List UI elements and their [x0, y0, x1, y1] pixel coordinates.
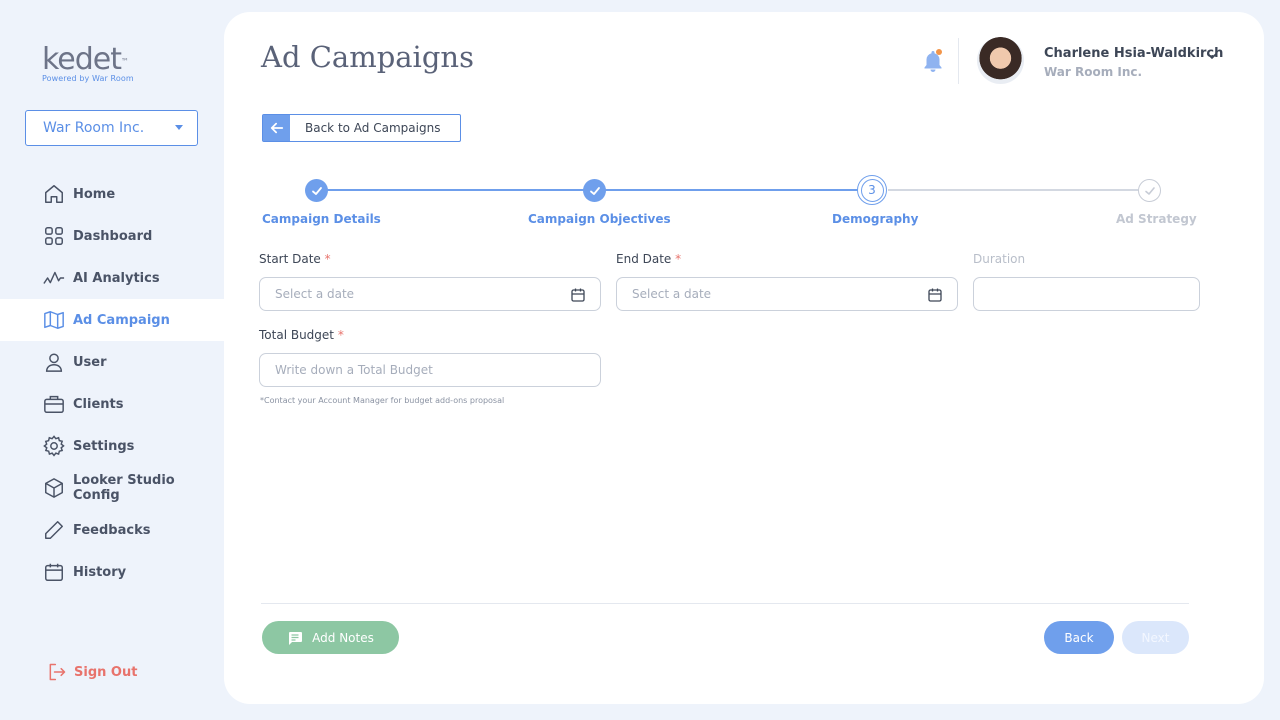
chat-note-icon: [289, 631, 303, 645]
end-date-field[interactable]: Select a date: [616, 277, 958, 311]
user-icon: [45, 353, 63, 372]
sidebar-item-ad-campaign[interactable]: Ad Campaign: [0, 299, 224, 341]
sidebar-item-label: History: [73, 564, 127, 580]
sign-out-icon: [49, 663, 66, 681]
map-icon: [44, 311, 64, 329]
next-button[interactable]: Next: [1122, 621, 1189, 654]
calendar-icon[interactable]: [927, 287, 943, 303]
pulse-chart-icon: [43, 271, 65, 284]
chevron-down-icon[interactable]: [1206, 50, 1218, 62]
campaign-stepper: 3 Campaign Details Campaign Objectives D…: [224, 175, 1264, 238]
sidebar-item-label: User: [73, 354, 107, 370]
back-to-campaigns-button[interactable]: Back to Ad Campaigns: [262, 114, 461, 142]
avatar[interactable]: [977, 37, 1024, 84]
check-icon: [589, 186, 600, 195]
step-4-indicator[interactable]: [1138, 179, 1161, 202]
user-organization: War Room Inc.: [1044, 65, 1143, 79]
logo-subtitle: Powered by War Room: [42, 74, 134, 83]
sign-out-button[interactable]: Sign Out: [47, 662, 137, 682]
sidebar-item-home[interactable]: Home: [0, 173, 224, 215]
step-1-indicator[interactable]: [305, 179, 328, 202]
notification-dot: [936, 49, 942, 55]
calendar-icon[interactable]: [570, 287, 586, 303]
back-button[interactable]: Back: [1044, 621, 1114, 654]
step-label-campaign-details: Campaign Details: [262, 212, 381, 226]
start-date-field[interactable]: Select a date: [259, 277, 601, 311]
sidebar-item-label: Ad Campaign: [73, 312, 170, 328]
sidebar-nav: Home Dashboard AI Analytics Ad Campaign …: [0, 173, 224, 593]
check-icon: [311, 186, 322, 195]
organization-selector[interactable]: War Room Inc.: [25, 110, 198, 146]
sidebar-item-label: Settings: [73, 438, 135, 454]
sidebar-item-dashboard[interactable]: Dashboard: [0, 215, 224, 257]
end-date-label: End Date *: [616, 252, 682, 266]
sidebar-item-ai-analytics[interactable]: AI Analytics: [0, 257, 224, 299]
duration-field[interactable]: [973, 277, 1200, 311]
budget-hint: *Contact your Account Manager for budget…: [260, 396, 505, 405]
start-date-label: Start Date *: [259, 252, 331, 266]
sidebar-item-settings[interactable]: Settings: [0, 425, 224, 467]
organization-selector-value: War Room Inc.: [43, 120, 145, 136]
sidebar-item-label: Dashboard: [73, 228, 153, 244]
sidebar-item-label: Looker Studio Config: [73, 473, 175, 503]
logo-text: kedet: [42, 42, 122, 77]
cube-icon: [45, 478, 63, 498]
footer-divider: [261, 603, 1189, 604]
start-date-placeholder: Select a date: [275, 287, 355, 301]
sidebar-item-clients[interactable]: Clients: [0, 383, 224, 425]
end-date-placeholder: Select a date: [632, 287, 712, 301]
user-name[interactable]: Charlene Hsia-Waldkirch: [1044, 46, 1223, 61]
total-budget-placeholder: Write down a Total Budget: [275, 363, 433, 377]
page-title: Ad Campaigns: [261, 40, 474, 74]
sign-out-label: Sign Out: [74, 664, 138, 680]
sidebar-item-label: AI Analytics: [73, 270, 160, 286]
step-label-campaign-objectives: Campaign Objectives: [528, 212, 671, 226]
sidebar-item-label: Home: [73, 186, 116, 202]
brand-logo[interactable]: kedet™ Powered by War Room: [42, 42, 134, 84]
caret-down-icon: [175, 125, 183, 130]
step-number: 3: [860, 178, 884, 202]
calendar-icon: [45, 563, 63, 581]
dashboard-grid-icon: [45, 227, 63, 245]
duration-label: Duration: [973, 252, 1026, 266]
step-label-demography: Demography: [832, 212, 919, 226]
sidebar-item-label: Feedbacks: [73, 522, 151, 538]
home-icon: [45, 185, 63, 203]
sidebar-item-history[interactable]: History: [0, 551, 224, 593]
step-3-indicator[interactable]: 3: [857, 175, 887, 205]
check-icon: [1144, 186, 1155, 195]
logo-trademark: ™: [121, 57, 129, 66]
sidebar-item-user[interactable]: User: [0, 341, 224, 383]
briefcase-icon: [44, 395, 64, 413]
step-2-indicator[interactable]: [583, 179, 606, 202]
total-budget-field[interactable]: Write down a Total Budget: [259, 353, 601, 387]
gear-icon: [43, 435, 65, 457]
add-notes-button[interactable]: Add Notes: [262, 621, 399, 654]
arrow-left-icon: [270, 122, 283, 134]
step-label-ad-strategy: Ad Strategy: [1116, 212, 1197, 226]
sidebar-item-looker-studio-config[interactable]: Looker Studio Config: [0, 467, 224, 509]
pencil-icon: [45, 521, 63, 539]
sidebar-item-feedbacks[interactable]: Feedbacks: [0, 509, 224, 551]
sidebar: kedet™ Powered by War Room War Room Inc.…: [0, 0, 224, 720]
sidebar-item-label: Clients: [73, 396, 124, 412]
total-budget-label: Total Budget *: [259, 328, 344, 342]
main-panel: Ad Campaigns Charlene Hsia-Waldkirch War…: [224, 12, 1264, 704]
step-connector: [888, 189, 1138, 191]
add-notes-label: Add Notes: [312, 630, 374, 645]
header-divider: [958, 38, 959, 84]
back-to-campaigns-label: Back to Ad Campaigns: [305, 121, 441, 135]
